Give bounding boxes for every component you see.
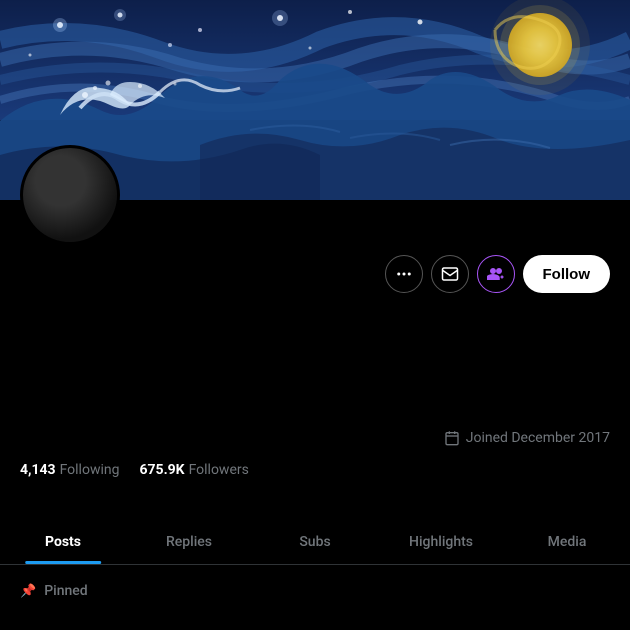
profile-tabs: Posts Replies Subs Highlights Media bbox=[0, 520, 630, 565]
following-stat[interactable]: 4,143 Following bbox=[20, 462, 119, 478]
following-count: 4,143 bbox=[20, 462, 56, 478]
joined-text: Joined December 2017 bbox=[466, 430, 610, 446]
joined-date: Joined December 2017 bbox=[444, 430, 610, 446]
pinned-label: Pinned bbox=[44, 583, 87, 599]
tab-replies[interactable]: Replies bbox=[126, 520, 252, 564]
followers-label: Followers bbox=[189, 462, 249, 478]
message-button[interactable] bbox=[431, 255, 469, 293]
tab-highlights[interactable]: Highlights bbox=[378, 520, 504, 564]
action-bar: Follow bbox=[385, 255, 611, 293]
following-label: Following bbox=[60, 462, 120, 478]
calendar-icon bbox=[444, 430, 460, 446]
more-options-button[interactable] bbox=[385, 255, 423, 293]
avatar-image bbox=[23, 148, 117, 242]
subscribe-button[interactable] bbox=[477, 255, 515, 293]
profile-page: Follow Joined December 2017 4,143 Follow… bbox=[0, 0, 630, 630]
tab-media[interactable]: Media bbox=[504, 520, 630, 564]
tab-posts[interactable]: Posts bbox=[0, 520, 126, 564]
followers-stat[interactable]: 675.9K Followers bbox=[139, 462, 248, 478]
pinned-row: 📌 Pinned bbox=[20, 583, 88, 599]
pin-icon: 📌 bbox=[20, 584, 36, 599]
avatar bbox=[20, 145, 120, 245]
followers-count: 675.9K bbox=[139, 462, 184, 478]
follow-button[interactable]: Follow bbox=[523, 255, 611, 293]
tab-subs[interactable]: Subs bbox=[252, 520, 378, 564]
stats-row: 4,143 Following 675.9K Followers bbox=[20, 462, 249, 478]
